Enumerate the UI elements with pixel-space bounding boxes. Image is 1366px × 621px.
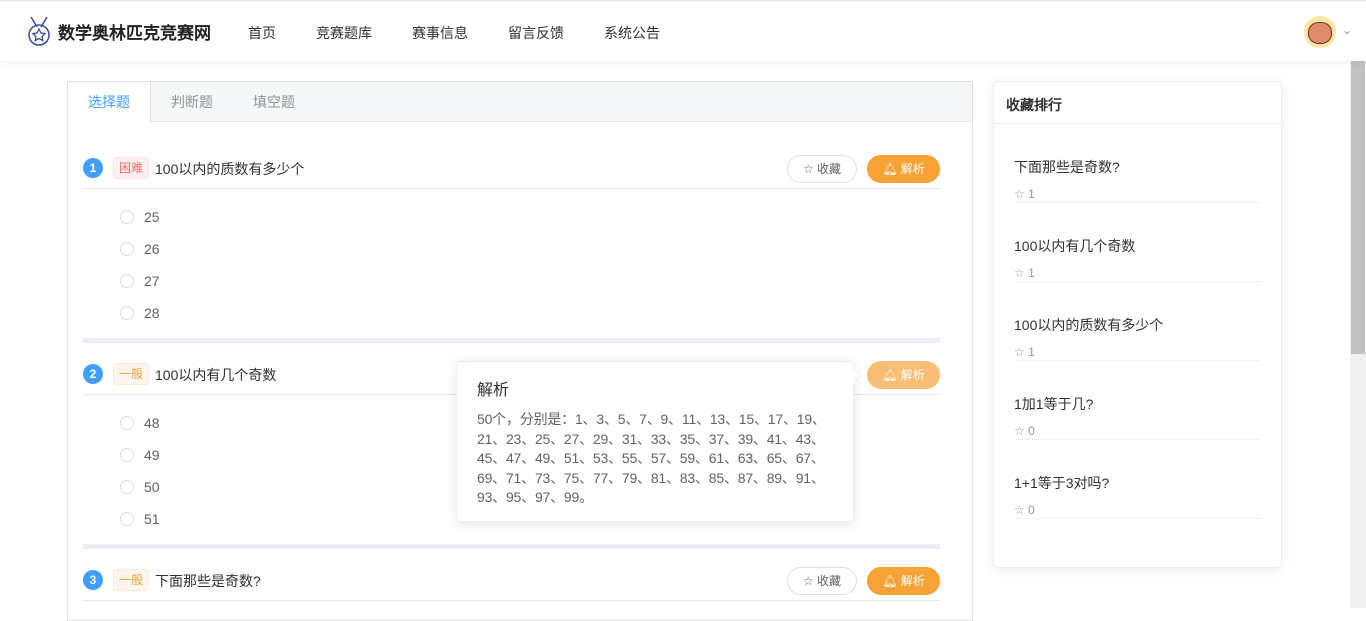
question-title: 100以内有几个奇数 bbox=[155, 367, 277, 383]
divider bbox=[83, 338, 940, 343]
favorite-label: 收藏 bbox=[816, 574, 841, 588]
analysis-popover: 解析 50个，分别是：1、3、5、7、9、11、13、15、17、19、21、2… bbox=[456, 361, 854, 522]
favorites-ranking-card: 收藏排行 下面那些是奇数? ☆ 1 100以内有几个奇数 ☆ 1 100以内的质数有… bbox=[993, 81, 1282, 568]
scrollbar-thumb[interactable] bbox=[1351, 61, 1365, 354]
tab-true-false[interactable]: 判断题 bbox=[151, 82, 233, 121]
question-title: 下面那些是奇数? bbox=[155, 573, 261, 589]
site-logo[interactable]: 数学奥林匹克竞赛网 bbox=[25, 15, 211, 47]
ranking-item: 100以内有几个奇数 ☆ 1 bbox=[1014, 203, 1261, 282]
option-label: 25 bbox=[144, 209, 160, 225]
ranking-item-title[interactable]: 100以内的质数有多少个 bbox=[1014, 315, 1261, 335]
option-radio[interactable]: 26 bbox=[83, 233, 940, 265]
favorite-count: 1 bbox=[1028, 345, 1035, 359]
question-panel: 选择题 判断题 填空题 1 困难 100以内的质数有多少个 ☆ 收藏 🔔︎ 解析… bbox=[67, 81, 973, 621]
question-number: 1 bbox=[83, 158, 103, 178]
option-label: 50 bbox=[144, 479, 160, 495]
star-icon: ☆ bbox=[802, 574, 814, 588]
chevron-down-icon[interactable]: ⌄ bbox=[1342, 23, 1352, 37]
popover-title: 解析 bbox=[477, 382, 510, 399]
ranking-item-title[interactable]: 100以内有几个奇数 bbox=[1014, 236, 1261, 256]
option-label: 48 bbox=[144, 415, 160, 431]
option-label: 26 bbox=[144, 241, 160, 257]
question-number: 2 bbox=[83, 364, 103, 384]
question-item: 3 一般 下面那些是奇数? ☆ 收藏 🔔︎ 解析 bbox=[83, 567, 940, 601]
bell-icon: 🔔︎ bbox=[882, 162, 898, 176]
nav-home[interactable]: 首页 bbox=[248, 23, 276, 43]
nav-feedback[interactable]: 留言反馈 bbox=[508, 23, 564, 43]
nav-announcements[interactable]: 系统公告 bbox=[604, 23, 660, 43]
star-icon: ☆ bbox=[802, 162, 814, 176]
analysis-button[interactable]: 🔔︎ 解析 bbox=[867, 155, 940, 183]
ranking-item-title[interactable]: 1+1等于3对吗? bbox=[1014, 473, 1261, 493]
medal-logo-icon bbox=[28, 16, 50, 46]
option-label: 28 bbox=[144, 305, 160, 321]
analysis-label: 解析 bbox=[900, 162, 925, 176]
analysis-label: 解析 bbox=[900, 368, 925, 382]
question-type-tabs: 选择题 判断题 填空题 bbox=[68, 82, 972, 122]
star-icon: ☆ bbox=[1014, 187, 1025, 201]
option-label: 27 bbox=[144, 273, 160, 289]
nav-competition-info[interactable]: 赛事信息 bbox=[412, 23, 468, 43]
analysis-label: 解析 bbox=[900, 574, 925, 588]
bell-icon: 🔔︎ bbox=[882, 368, 898, 382]
ranking-item: 下面那些是奇数? ☆ 1 bbox=[1014, 124, 1261, 203]
difficulty-tag: 困难 bbox=[113, 157, 150, 179]
tab-multiple-choice[interactable]: 选择题 bbox=[68, 82, 151, 122]
ranking-title: 收藏排行 bbox=[994, 82, 1281, 124]
popover-content: 50个，分别是：1、3、5、7、9、11、13、15、17、19、21、23、2… bbox=[477, 411, 826, 505]
favorite-count: 0 bbox=[1028, 503, 1035, 517]
tab-fill-blank[interactable]: 填空题 bbox=[233, 82, 315, 121]
option-radio[interactable]: 25 bbox=[83, 201, 940, 233]
question-item: 1 困难 100以内的质数有多少个 ☆ 收藏 🔔︎ 解析 25 26 27 28 bbox=[83, 155, 940, 329]
ranking-item: 100以内的质数有多少个 ☆ 1 bbox=[1014, 282, 1261, 361]
ranking-item: 1+1等于3对吗? ☆ 0 bbox=[1014, 440, 1261, 519]
question-number: 3 bbox=[83, 570, 103, 590]
user-avatar[interactable] bbox=[1304, 16, 1336, 48]
option-radio[interactable]: 28 bbox=[83, 297, 940, 329]
analysis-button[interactable]: 🔔︎ 解析 bbox=[867, 567, 940, 595]
favorite-button[interactable]: ☆ 收藏 bbox=[786, 155, 857, 183]
main-nav: 首页 竞赛题库 赛事信息 留言反馈 系统公告 bbox=[248, 23, 660, 43]
star-icon: ☆ bbox=[1014, 503, 1025, 517]
difficulty-tag: 一般 bbox=[113, 363, 150, 385]
ranking-item: 1加1等于几? ☆ 0 bbox=[1014, 361, 1261, 440]
option-label: 49 bbox=[144, 447, 160, 463]
favorite-count: 0 bbox=[1028, 424, 1035, 438]
favorite-count: 1 bbox=[1028, 266, 1035, 280]
favorite-label: 收藏 bbox=[816, 162, 841, 176]
favorite-button[interactable]: ☆ 收藏 bbox=[786, 567, 857, 595]
ranking-item-title[interactable]: 下面那些是奇数? bbox=[1014, 157, 1261, 177]
option-radio[interactable]: 27 bbox=[83, 265, 940, 297]
star-icon: ☆ bbox=[1014, 424, 1025, 438]
star-icon: ☆ bbox=[1014, 266, 1025, 280]
page-scrollbar[interactable] bbox=[1350, 61, 1366, 608]
nav-question-bank[interactable]: 竞赛题库 bbox=[316, 23, 372, 43]
analysis-button[interactable]: 🔔︎ 解析 bbox=[867, 361, 940, 389]
site-name: 数学奥林匹克竞赛网 bbox=[58, 23, 211, 43]
top-navbar: 数学奥林匹克竞赛网 首页 竞赛题库 赛事信息 留言反馈 系统公告 ⌄ bbox=[0, 0, 1366, 61]
bell-icon: 🔔︎ bbox=[882, 574, 898, 588]
divider bbox=[83, 544, 940, 549]
option-label: 51 bbox=[144, 511, 160, 527]
favorite-count: 1 bbox=[1028, 187, 1035, 201]
ranking-item-title[interactable]: 1加1等于几? bbox=[1014, 394, 1261, 414]
difficulty-tag: 一般 bbox=[113, 569, 150, 591]
star-icon: ☆ bbox=[1014, 345, 1025, 359]
question-title: 100以内的质数有多少个 bbox=[155, 161, 305, 177]
